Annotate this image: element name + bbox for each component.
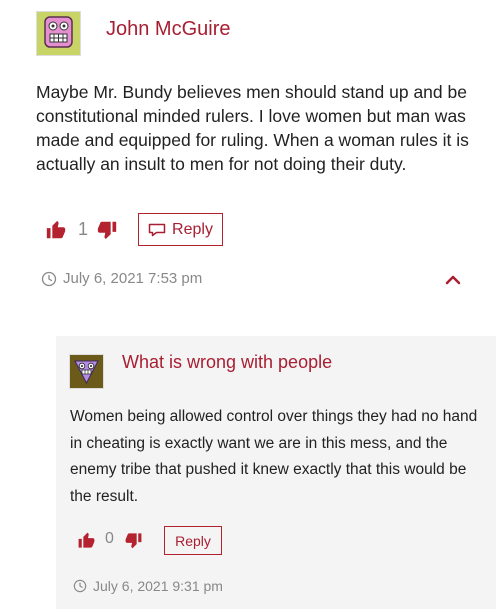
clock-icon [73, 579, 87, 593]
timestamp-text: July 6, 2021 7:53 pm [63, 270, 203, 287]
like-count: 0 [105, 530, 114, 547]
comment-text: Maybe Mr. Bundy believes men should stan… [36, 82, 469, 174]
clock-icon [41, 271, 57, 286]
thumbs-down-icon[interactable] [96, 219, 118, 241]
thumbs-down-icon[interactable] [124, 531, 143, 550]
comment-timestamp[interactable]: July 6, 2021 7:53 pm [41, 270, 202, 287]
comment-text: Women being allowed control over things … [70, 408, 478, 505]
monster-face-icon [37, 12, 80, 55]
reply-button[interactable]: Reply [138, 213, 223, 246]
comment-author[interactable]: John McGuire [106, 18, 231, 41]
comment-author[interactable]: What is wrong with people [122, 352, 332, 373]
comment-timestamp[interactable]: July 6, 2021 9:31 pm [73, 578, 223, 594]
reply-button[interactable]: Reply [164, 526, 222, 555]
reply-label: Reply [172, 220, 213, 238]
reply-comment: What is wrong with people Women being al… [56, 336, 496, 609]
comment: John McGuire Maybe Mr. Bundy believes me… [0, 0, 500, 309]
comment-bubble-icon [148, 223, 166, 236]
chevron-up-icon[interactable] [445, 274, 461, 286]
avatar[interactable] [36, 11, 81, 56]
reply-label: Reply [175, 532, 211, 549]
monster-face-icon [70, 355, 103, 388]
thumbs-up-icon[interactable] [45, 219, 67, 241]
timestamp-text: July 6, 2021 9:31 pm [93, 578, 223, 594]
avatar[interactable] [69, 354, 104, 389]
like-count: 1 [78, 219, 89, 239]
thumbs-up-icon[interactable] [77, 531, 96, 550]
